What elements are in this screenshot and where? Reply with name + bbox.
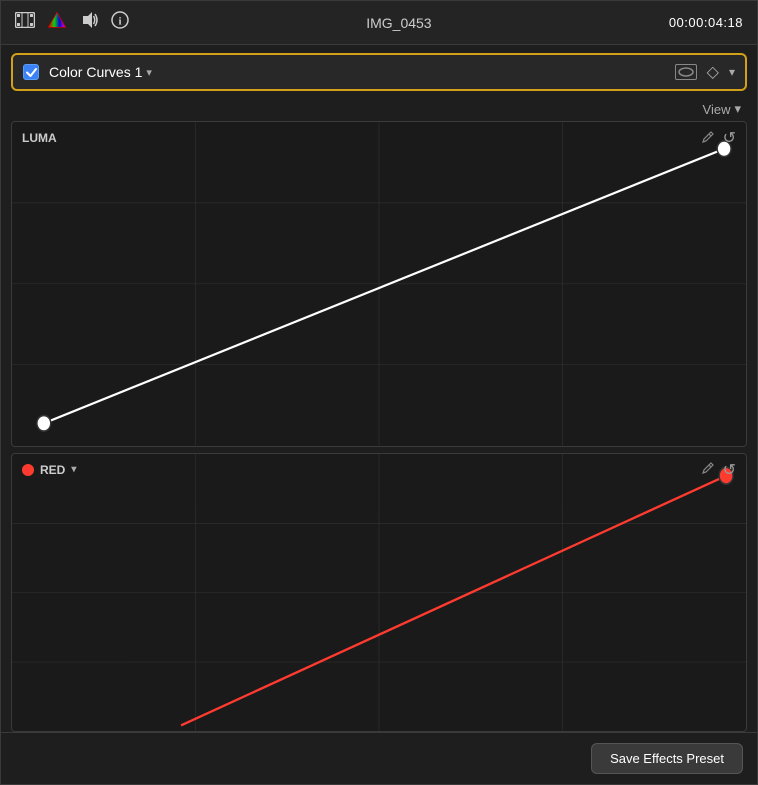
- effect-name-chevron: ▾: [146, 66, 152, 79]
- red-label: RED ▾: [22, 463, 76, 477]
- luma-curve-panel: LUMA ↺: [11, 121, 747, 447]
- red-curve-header: RED ▾ ↺: [12, 454, 746, 486]
- luma-reset-icon[interactable]: ↺: [723, 128, 736, 148]
- red-curve-svg: [12, 454, 746, 731]
- effect-header: Color Curves 1 ▾ ◇ ▾: [11, 53, 747, 91]
- curves-container: LUMA ↺: [1, 121, 757, 732]
- red-dot: [22, 464, 34, 476]
- luma-header-icons: ↺: [701, 128, 736, 148]
- effect-name[interactable]: Color Curves 1 ▾: [49, 64, 675, 80]
- view-button[interactable]: View ▾: [703, 101, 741, 117]
- luma-curve-svg: [12, 122, 746, 446]
- bottom-bar: Save Effects Preset: [1, 732, 757, 784]
- toolbar-left: i: [15, 11, 129, 34]
- luma-label: LUMA: [22, 131, 57, 145]
- red-eyedropper-icon[interactable]: [701, 461, 715, 478]
- audio-icon[interactable]: [79, 11, 99, 34]
- view-row: View ▾: [1, 99, 757, 121]
- mask-shape-icon[interactable]: [675, 64, 697, 80]
- effect-dropdown-chevron[interactable]: ▾: [729, 65, 735, 79]
- toolbar-time: 00:00:04:18: [669, 15, 743, 30]
- film-icon[interactable]: [15, 12, 35, 33]
- red-chevron: ▾: [71, 464, 76, 475]
- keyframe-diamond-icon[interactable]: ◇: [707, 62, 719, 82]
- svg-text:i: i: [118, 16, 121, 28]
- luma-eyedropper-icon[interactable]: [701, 130, 715, 147]
- red-reset-icon[interactable]: ↺: [723, 460, 736, 480]
- color-icon[interactable]: [47, 11, 67, 34]
- effect-header-right: ◇ ▾: [675, 62, 735, 82]
- view-chevron: ▾: [734, 101, 741, 117]
- effect-checkbox[interactable]: [23, 64, 39, 80]
- red-header-icons: ↺: [701, 460, 736, 480]
- red-curve-panel: RED ▾ ↺: [11, 453, 747, 732]
- toolbar-title: IMG_0453: [366, 15, 431, 31]
- luma-curve-header: LUMA ↺: [12, 122, 746, 154]
- save-effects-preset-button[interactable]: Save Effects Preset: [591, 743, 743, 774]
- app-window: i IMG_0453 00:00:04:18 Color Curves 1 ▾: [0, 0, 758, 785]
- info-icon[interactable]: i: [111, 11, 129, 34]
- toolbar: i IMG_0453 00:00:04:18: [1, 1, 757, 45]
